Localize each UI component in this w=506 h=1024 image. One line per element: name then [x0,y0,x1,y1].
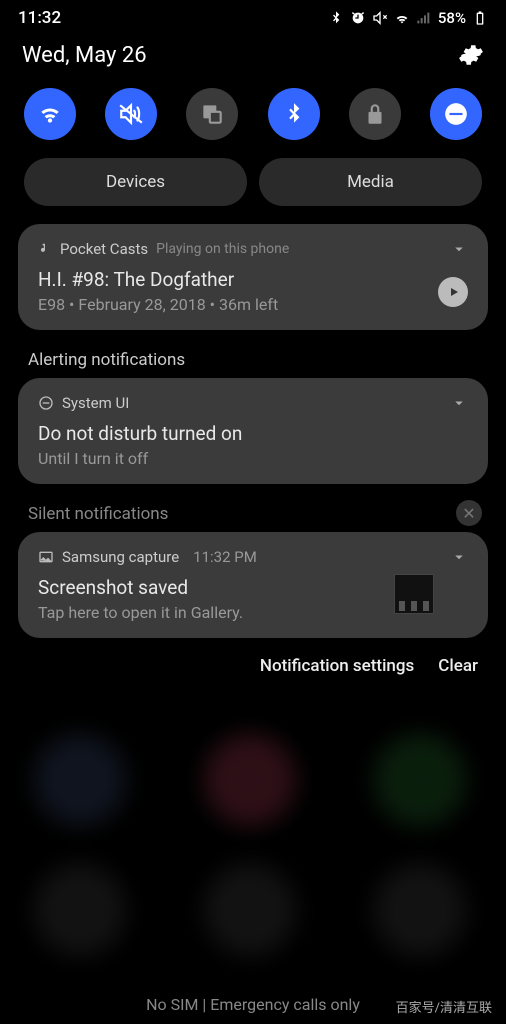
qs-vibrate[interactable] [105,88,157,140]
capture-card-header: Samsung capture 11:32 PM [38,548,468,566]
image-icon [38,549,54,565]
dnd-title: Do not disturb turned on [38,422,468,445]
status-time: 11:32 [18,8,61,28]
date-row: Wed, May 26 [0,32,506,82]
bottom-actions: Notification settings Clear [0,652,506,676]
signal-icon [416,10,432,26]
chevron-down-icon[interactable] [450,394,468,412]
dnd-card[interactable]: System UI Do not disturb turned on Until… [18,378,488,484]
silent-label: Silent notifications ✕ [0,498,506,532]
battery-icon [472,10,488,26]
bluetooth-icon [281,101,307,127]
vibrate-icon [118,101,144,127]
notification-settings-button[interactable]: Notification settings [260,656,414,676]
status-bar: 11:32 58% [0,0,506,32]
play-button[interactable] [438,277,468,307]
wide-buttons-row: Devices Media [0,158,506,224]
wifi-icon [394,10,410,26]
qs-lock[interactable] [349,88,401,140]
dnd-app-name: System UI [62,394,129,412]
play-icon [448,286,460,298]
watermark: 百家号/清清互联 [392,995,496,1018]
media-card[interactable]: Pocket Casts Playing on this phone H.I. … [18,224,488,330]
mute-icon [372,10,388,26]
dnd-subtitle: Until I turn it off [38,449,468,468]
capture-time: 11:32 PM [193,548,257,566]
screenshot-thumbnail[interactable] [394,574,434,614]
chevron-down-icon[interactable] [450,240,468,258]
devices-button[interactable]: Devices [24,158,247,206]
qs-wifi[interactable] [24,88,76,140]
status-right: 58% [328,9,488,27]
media-card-header: Pocket Casts Playing on this phone [38,240,468,258]
media-title: H.I. #98: The Dogfather [38,268,468,291]
bluetooth-icon [328,10,344,26]
dnd-card-header: System UI [38,394,468,412]
capture-card[interactable]: Samsung capture 11:32 PM Screenshot save… [18,532,488,638]
chevron-down-icon[interactable] [450,548,468,566]
date-text: Wed, May 26 [22,43,147,68]
multiwindow-icon [199,101,225,127]
qs-bluetooth[interactable] [268,88,320,140]
quick-settings-row [0,82,506,158]
capture-app-name: Samsung capture [62,548,179,566]
alarm-icon [350,10,366,26]
qs-dnd[interactable] [430,88,482,140]
music-icon [38,242,52,256]
media-button[interactable]: Media [259,158,482,206]
gear-icon[interactable] [458,42,484,68]
media-status: Playing on this phone [156,241,289,257]
battery-percent: 58% [438,9,466,27]
wifi-icon [37,101,63,127]
alerting-label: Alerting notifications [0,344,506,378]
qs-multiwindow[interactable] [186,88,238,140]
silent-label-text: Silent notifications [28,504,168,524]
lock-icon [362,101,388,127]
dnd-icon [443,101,469,127]
media-app-name: Pocket Casts [60,240,148,258]
dnd-icon [38,395,54,411]
media-subtitle: E98 • February 28, 2018 • 36m left [38,295,468,314]
clear-button[interactable]: Clear [438,656,478,676]
clear-silent-button[interactable]: ✕ [456,500,482,526]
